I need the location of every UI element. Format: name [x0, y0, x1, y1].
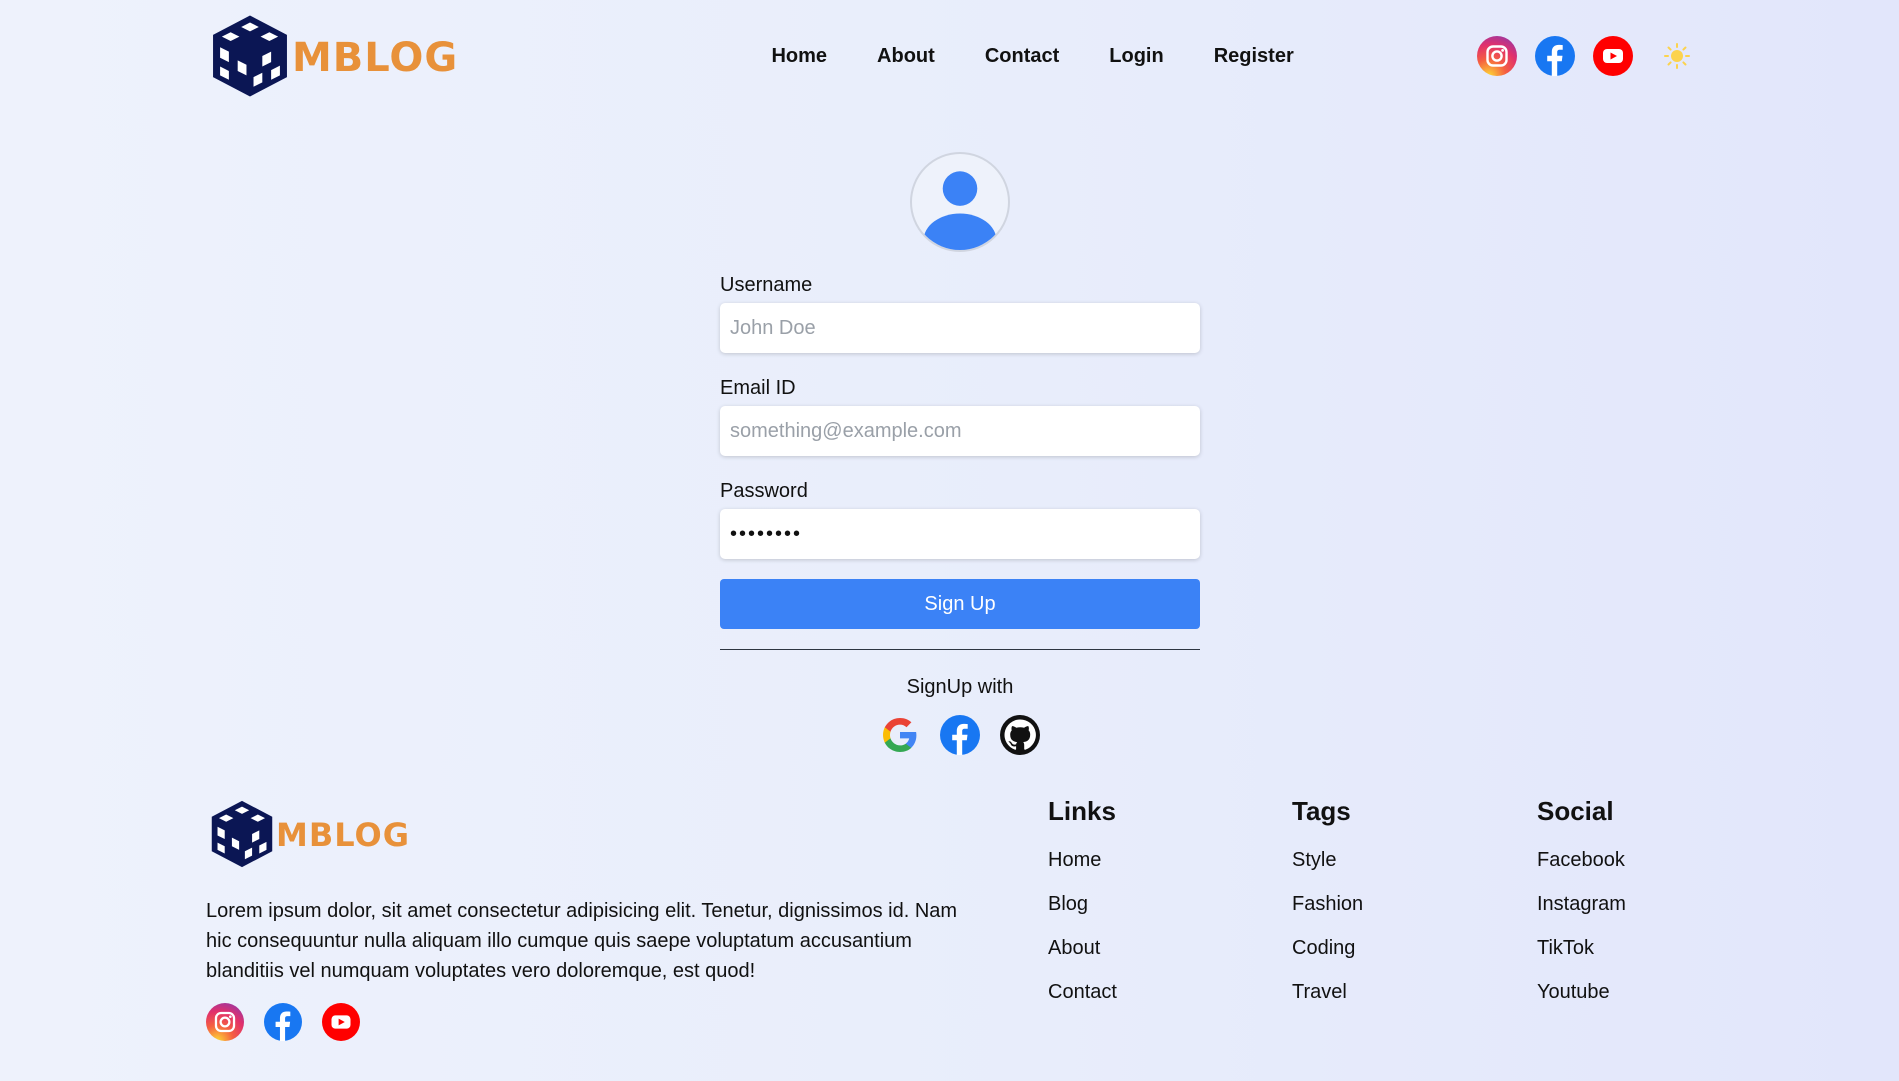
footer-social-title: Social — [1537, 796, 1614, 826]
theme-toggle-button[interactable] — [1661, 40, 1693, 72]
cube-logo-icon — [206, 798, 278, 870]
footer-link-blog[interactable]: Blog — [1048, 893, 1117, 916]
username-label: Username — [720, 274, 813, 296]
footer-link-home[interactable]: Home — [1048, 849, 1117, 872]
footer-links-column: Links Home Blog About Contact — [1048, 796, 1117, 1025]
footer-about-text: Lorem ipsum dolor, sit amet consectetur … — [206, 900, 958, 982]
footer-social-column: Social Facebook Instagram TikTok Youtube — [1537, 796, 1626, 1025]
username-input[interactable] — [720, 303, 1200, 353]
nav-register[interactable]: Register — [1214, 45, 1294, 68]
sign-up-button[interactable]: Sign Up — [720, 579, 1200, 629]
youtube-icon[interactable] — [322, 1003, 360, 1041]
password-label: Password — [720, 480, 808, 502]
instagram-icon[interactable] — [206, 1003, 244, 1041]
footer-brand-name: MBLOG — [276, 816, 410, 854]
brand-logo[interactable]: MBLOG — [206, 12, 458, 100]
main-nav: Home About Contact Login Register — [771, 45, 1293, 68]
header-socials — [1477, 36, 1693, 76]
facebook-icon[interactable] — [940, 715, 980, 755]
password-input[interactable] — [720, 509, 1200, 559]
footer-link-about[interactable]: About — [1048, 937, 1117, 960]
footer-tags-title: Tags — [1292, 796, 1351, 826]
signup-with-label: SignUp with — [906, 676, 1014, 698]
footer-tags-column: Tags Style Fashion Coding Travel — [1292, 796, 1363, 1025]
nav-about[interactable]: About — [877, 45, 935, 68]
divider — [720, 649, 1200, 650]
footer-tag-travel[interactable]: Travel — [1292, 981, 1363, 1004]
github-icon[interactable] — [1000, 715, 1040, 755]
nav-contact[interactable]: Contact — [985, 45, 1059, 68]
site-header: MBLOG Home About Contact Login Register — [206, 0, 1693, 112]
email-label: Email ID — [720, 377, 796, 399]
footer-tag-style[interactable]: Style — [1292, 849, 1363, 872]
footer-links-title: Links — [1048, 796, 1116, 826]
footer-logo[interactable]: MBLOG — [206, 798, 410, 870]
footer-socials — [206, 1003, 360, 1041]
brand-name: MBLOG — [292, 35, 459, 81]
nav-home[interactable]: Home — [771, 45, 827, 68]
signup-form: Username Email ID Password Sign Up SignU… — [720, 152, 1200, 755]
cube-logo-icon — [206, 12, 294, 100]
instagram-icon[interactable] — [1477, 36, 1517, 76]
email-input[interactable] — [720, 406, 1200, 456]
footer-tag-fashion[interactable]: Fashion — [1292, 893, 1363, 916]
footer-social-tiktok[interactable]: TikTok — [1537, 937, 1626, 960]
footer-tag-coding[interactable]: Coding — [1292, 937, 1363, 960]
google-icon[interactable] — [880, 715, 920, 755]
facebook-icon[interactable] — [1535, 36, 1575, 76]
footer-social-instagram[interactable]: Instagram — [1537, 893, 1626, 916]
sun-icon — [1664, 43, 1690, 69]
footer-link-contact[interactable]: Contact — [1048, 981, 1117, 1004]
user-avatar-icon — [910, 152, 1010, 252]
footer-social-facebook[interactable]: Facebook — [1537, 849, 1626, 872]
footer-social-youtube[interactable]: Youtube — [1537, 981, 1626, 1004]
nav-login[interactable]: Login — [1109, 45, 1163, 68]
oauth-buttons — [720, 715, 1200, 755]
facebook-icon[interactable] — [264, 1003, 302, 1041]
youtube-icon[interactable] — [1593, 36, 1633, 76]
